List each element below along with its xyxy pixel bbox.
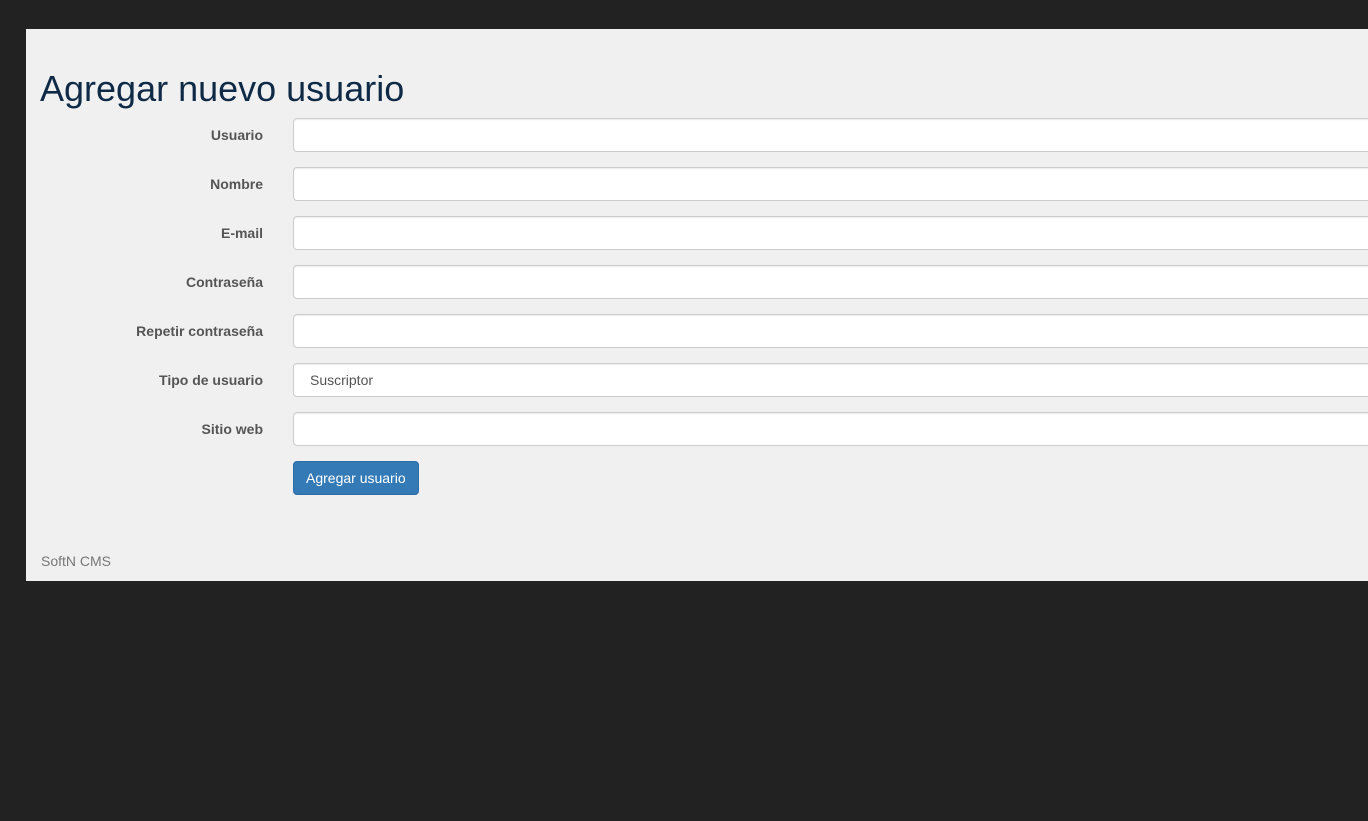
repeat-password-input[interactable] xyxy=(293,314,1368,348)
email-input[interactable] xyxy=(293,216,1368,250)
add-user-button[interactable]: Agregar usuario xyxy=(293,461,419,495)
website-label: Sitio web xyxy=(201,421,263,437)
username-label: Usuario xyxy=(210,127,263,143)
footer-brand: SoftN CMS xyxy=(41,553,112,569)
email-label: E-mail xyxy=(220,225,263,241)
name-label: Nombre xyxy=(210,176,263,192)
content-panel: Agregar nuevo usuario Usuario Nombre E-m… xyxy=(26,29,1368,581)
form-row-password: Contraseña xyxy=(26,265,1368,299)
page-title: Agregar nuevo usuario xyxy=(40,68,405,109)
user-type-selected-value: Suscriptor xyxy=(310,372,374,388)
password-label: Contraseña xyxy=(185,274,263,290)
repeat-password-label: Repetir contraseña xyxy=(136,323,263,339)
website-input[interactable] xyxy=(293,412,1368,446)
password-input[interactable] xyxy=(293,265,1368,299)
form-row-username: Usuario xyxy=(26,118,1368,152)
form-row-website: Sitio web xyxy=(26,412,1368,446)
form-row-name: Nombre xyxy=(26,167,1368,201)
form-row-email: E-mail xyxy=(26,216,1368,250)
name-input[interactable] xyxy=(293,167,1368,201)
user-type-label: Tipo de usuario xyxy=(159,372,263,388)
form-row-user-type: Tipo de usuario Suscriptor xyxy=(26,363,1368,397)
form-row-repeat-password: Repetir contraseña xyxy=(26,314,1368,348)
user-type-select[interactable]: Suscriptor xyxy=(293,363,1368,397)
username-input[interactable] xyxy=(293,118,1368,152)
